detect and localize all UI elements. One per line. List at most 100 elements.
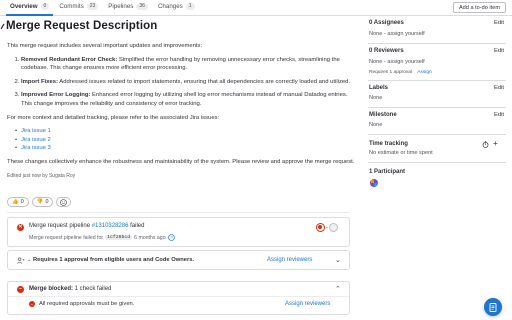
- document-icon: [489, 302, 497, 312]
- divider: [8, 296, 349, 297]
- help-fab-button[interactable]: [484, 298, 502, 316]
- list-item-heading: Removed Redundant Error Check:: [21, 56, 118, 63]
- approval-text: Requires 1 approval from eligible users …: [33, 257, 195, 263]
- merge-blocked-title: Merge blocked: 1 check failed: [29, 286, 111, 292]
- thumbs-down-icon: 👎: [36, 199, 44, 205]
- chevron-down-icon[interactable]: ⌄: [27, 257, 31, 263]
- blocked-icon: –: [17, 286, 24, 293]
- thumbs-up-icon: 👍: [12, 199, 19, 205]
- collapse-chevron-icon[interactable]: ⌃: [335, 285, 341, 293]
- jira-link[interactable]: Jira issue 3: [15, 144, 357, 153]
- description-context: For more context and detailed tracking, …: [7, 114, 220, 121]
- approval-widget: ⌄ Requires 1 approval from eligible user…: [7, 250, 350, 270]
- merge-blocked-label: Merge blocked:: [29, 286, 74, 292]
- divider: [7, 212, 350, 213]
- tab-pipelines[interactable]: Pipelines 36: [104, 1, 152, 15]
- assign-link[interactable]: Assign: [417, 70, 431, 75]
- failed-status-icon: ✕: [17, 224, 24, 231]
- assignees-label: 0 Assignees: [369, 20, 404, 26]
- add-time-icon[interactable]: +: [493, 139, 498, 148]
- labels-edit-button[interactable]: Edit: [494, 85, 504, 91]
- thumbs-up-button[interactable]: 👍 0: [7, 197, 29, 207]
- merge-blocked-widget: – Merge blocked: 1 check failed ⌃ – All …: [7, 281, 350, 315]
- pipeline-prefix: Merge request pipeline: [29, 223, 92, 229]
- description-list: Removed Redundant Error Check: Simplifie…: [7, 56, 357, 109]
- approval-users-icon: [17, 257, 25, 264]
- svg-text:?: ?: [170, 235, 173, 240]
- tab-pipelines-label: Pipelines: [108, 2, 134, 10]
- tab-pipelines-count: 36: [136, 2, 148, 10]
- sidebar-header: Add a to-do item: [362, 0, 512, 16]
- edited-note: Edited just now by Sugata Roy: [7, 172, 76, 179]
- pipeline-time: 6 months ago: [134, 234, 166, 241]
- stopwatch-icon[interactable]: [482, 141, 489, 148]
- add-todo-button[interactable]: Add a to-do item: [452, 2, 506, 13]
- reviewers-edit-button[interactable]: Edit: [494, 48, 504, 54]
- tab-commits-count: 23: [86, 2, 99, 10]
- help-icon[interactable]: ?: [167, 234, 175, 241]
- tab-changes-label: Changes: [157, 2, 183, 10]
- milestone-value: None: [369, 122, 383, 128]
- smiley-icon: [60, 198, 68, 206]
- pipeline-stage-icon[interactable]: [329, 223, 338, 232]
- divider: [368, 134, 506, 135]
- pipeline-widget: ✕ Merge request pipeline #1310328286 fai…: [7, 217, 350, 247]
- tab-overview[interactable]: Overview 0: [6, 1, 54, 16]
- divider: [368, 43, 506, 44]
- divider: [368, 107, 506, 108]
- time-tracking-label: Time tracking: [369, 141, 408, 147]
- divider: [368, 80, 506, 81]
- merge-blocked-detail: 1 check failed: [73, 286, 112, 292]
- page-title: Merge Request Description: [6, 20, 158, 32]
- tab-changes[interactable]: Changes 1: [154, 1, 199, 15]
- tab-commits[interactable]: Commits 23: [55, 1, 102, 15]
- thumbs-down-count: 0: [45, 199, 49, 205]
- pipeline-subtitle: Merge request pipeline failed for 1cf28b…: [29, 234, 175, 241]
- thumbs-down-button[interactable]: 👎 0: [31, 197, 54, 207]
- list-item: Removed Redundant Error Check: Simplifie…: [21, 56, 357, 73]
- add-reaction-button[interactable]: [56, 197, 72, 207]
- milestone-edit-button[interactable]: Edit: [494, 112, 504, 118]
- description-closing: These changes collectively enhance the r…: [7, 158, 355, 165]
- jira-link[interactable]: Jira issue 1: [15, 127, 357, 136]
- avatar[interactable]: [370, 179, 378, 187]
- merge-request-tabs: Overview 0 Commits 23 Pipelines 36 Chang…: [0, 0, 362, 16]
- list-item-heading: Import Fixes:: [21, 78, 58, 85]
- requires-approval-text: Requires 1 approval: [369, 70, 412, 75]
- divider: [368, 162, 506, 163]
- time-tracking-value: No estimate or time spent: [369, 150, 433, 156]
- pencil-icon: [0, 23, 5, 30]
- participants-label: 1 Participant: [369, 169, 406, 175]
- jira-links: Jira issue 1 Jira issue 2 Jira issue 3: [7, 127, 357, 153]
- pipeline-status: failed: [128, 223, 145, 229]
- pipeline-sub-prefix: Merge request pipeline failed for: [29, 234, 104, 241]
- assignees-value[interactable]: None - assign yourself: [369, 31, 425, 37]
- check-failed-text: All required approvals must be given.: [39, 301, 135, 307]
- assignees-edit-button[interactable]: Edit: [494, 20, 504, 26]
- assign-reviewers-link[interactable]: Assign reviewers: [285, 301, 330, 307]
- failed-stage-icon[interactable]: [316, 223, 325, 232]
- reviewers-requirement: Requires 1 approval Assign: [369, 70, 432, 75]
- labels-label: Labels: [369, 85, 389, 91]
- pipeline-title: Merge request pipeline #1310328286 faile…: [29, 223, 144, 229]
- tab-overview-label: Overview: [10, 2, 38, 10]
- commit-sha[interactable]: 1cf28bcd: [105, 235, 133, 240]
- check-failed-icon: –: [29, 301, 35, 307]
- thumbs-up-count: 0: [20, 199, 24, 205]
- pipeline-stages: [316, 223, 338, 232]
- milestone-label: Milestone: [369, 112, 397, 118]
- assign-reviewers-link[interactable]: Assign reviewers: [267, 257, 312, 263]
- description-intro: This merge request includes several impo…: [7, 43, 203, 49]
- collapse-chevron-icon[interactable]: ⌄: [335, 256, 341, 264]
- jira-link[interactable]: Jira issue 2: [15, 136, 357, 145]
- reviewers-label: 0 Reviewers: [369, 48, 404, 54]
- labels-value: None: [369, 95, 383, 101]
- tab-changes-count: 1: [185, 2, 195, 10]
- list-item: Improved Error Logging: Enhanced error l…: [21, 91, 357, 108]
- pipeline-link[interactable]: #1310328286: [92, 223, 129, 229]
- reviewers-value[interactable]: None - assign yourself: [369, 59, 425, 65]
- title-row: Merge Request Description: [0, 20, 157, 32]
- tab-commits-label: Commits: [59, 2, 84, 10]
- list-item-text: Addressed issues related to import state…: [58, 78, 351, 85]
- merge-request-description: This merge request includes several impo…: [7, 42, 357, 180]
